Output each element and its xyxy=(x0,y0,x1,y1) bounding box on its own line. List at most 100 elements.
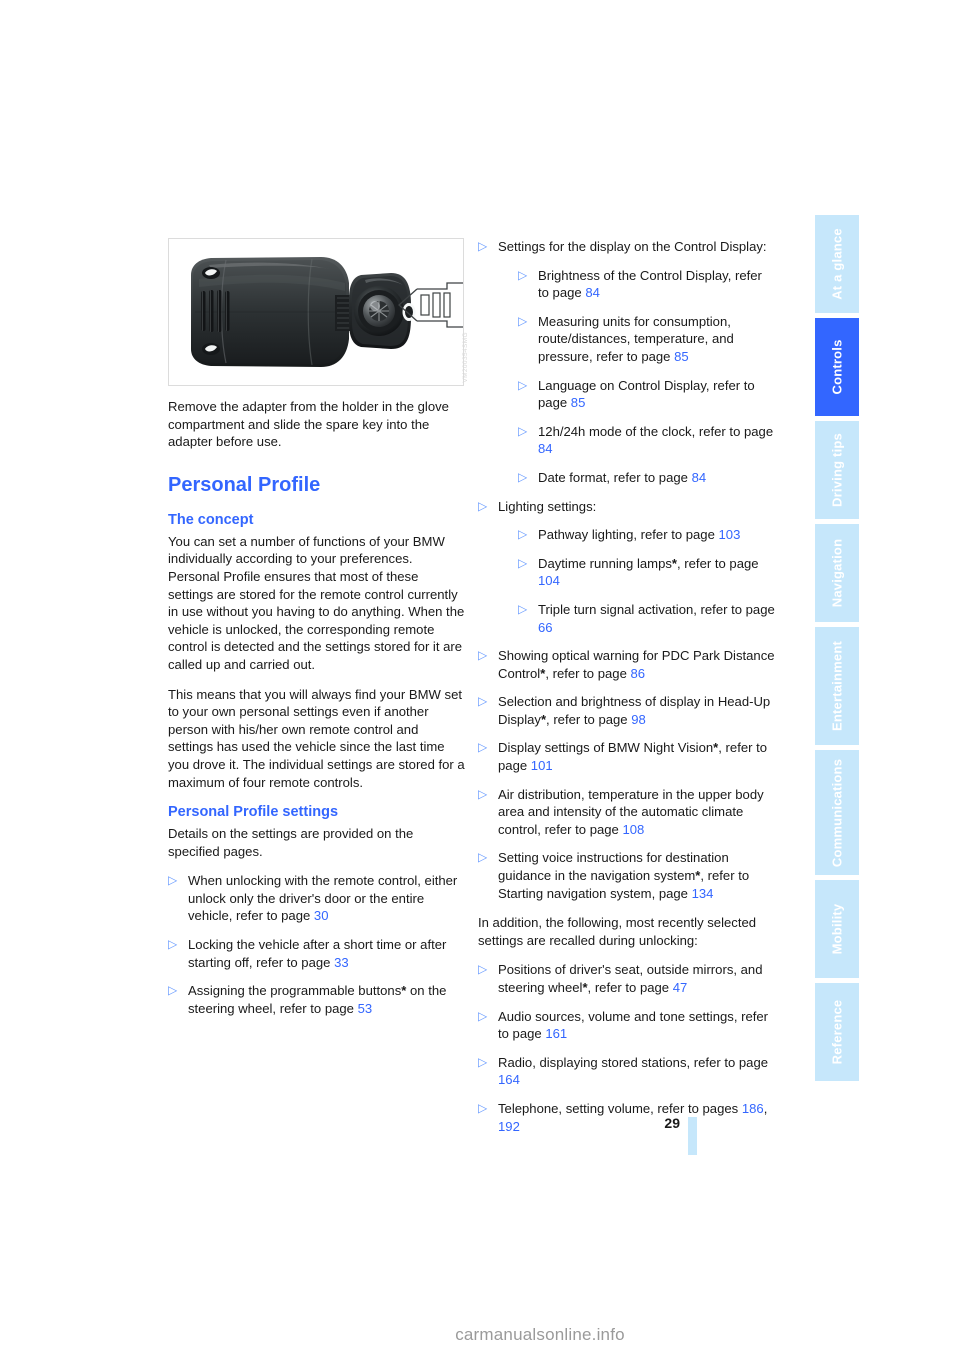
list-item-text-before: Brightness of the Control Display, refer… xyxy=(538,267,762,301)
list-item: ▷ Display settings of BMW Night Vision*, … xyxy=(478,739,776,774)
list-item-text-separator: , xyxy=(763,1100,768,1116)
page-title: Personal Profile xyxy=(168,473,321,496)
bullet-triangle-icon: ▷ xyxy=(478,1100,488,1115)
list-item-text: Triple turn signal activation, refer to … xyxy=(538,602,775,635)
bullet-triangle-icon: ▷ xyxy=(518,527,528,542)
section-tab-controls[interactable]: Controls xyxy=(815,318,859,416)
page-reference-link[interactable]: 85 xyxy=(674,349,689,364)
list-item-text-mid: , refer to page xyxy=(587,980,673,995)
page-reference-link[interactable]: 84 xyxy=(585,285,600,300)
concept-paragraph-2: This means that you will always find you… xyxy=(168,686,465,790)
list-item: ▷ Setting voice instructions for destinat… xyxy=(478,849,776,902)
list-item: ▷ Triple turn signal activation, refer to… xyxy=(518,601,776,636)
list-item-text-before: Pathway lighting, refer to page xyxy=(538,527,719,543)
section-tab-entertainment[interactable]: Entertainment xyxy=(815,627,859,745)
list-item: ▷ 12h/24h mode of the clock, refer to pag… xyxy=(518,423,776,458)
bullet-triangle-icon: ▷ xyxy=(478,850,488,865)
list-item-text: Lighting settings: xyxy=(498,498,597,514)
section-tab-navigation[interactable]: Navigation xyxy=(815,524,859,622)
bullet-triangle-icon: ▷ xyxy=(518,601,528,616)
list-item-text-mid: , refer to page xyxy=(677,555,759,571)
section-tab-label: Mobility xyxy=(829,903,845,955)
section-tab-label: Navigation xyxy=(829,538,845,608)
heading-personal-profile-settings: Personal Profile settings xyxy=(168,804,339,821)
bullet-triangle-icon: ▷ xyxy=(478,962,488,977)
page-number: 29 xyxy=(664,1115,680,1131)
list-item: ▷ Assigning the programmable buttons* on … xyxy=(168,982,466,1017)
list-item-text-before: Daytime running lamps xyxy=(538,555,672,571)
bullet-triangle-icon: ▷ xyxy=(478,694,488,709)
section-tab-driving-tips[interactable]: Driving tips xyxy=(815,421,859,519)
recall-bullet-list: ▷ Positions of driver's seat, outside mir… xyxy=(478,961,776,1135)
page-reference-link[interactable]: 98 xyxy=(631,712,646,727)
section-tab-mobility[interactable]: Mobility xyxy=(815,880,859,978)
page-reference-link[interactable]: 108 xyxy=(622,822,644,837)
page-reference-link[interactable]: 161 xyxy=(545,1026,567,1041)
list-item: ▷ Audio sources, volume and tone settings… xyxy=(478,1008,776,1043)
list-item-text-before: Locking the vehicle after a short time o… xyxy=(188,937,447,970)
list-item-text-before: 12h/24h mode of the clock, refer to page xyxy=(538,423,774,439)
page-reference-link[interactable]: 33 xyxy=(334,955,349,970)
page-reference-link[interactable]: 103 xyxy=(719,527,741,542)
section-tab-label: Communications xyxy=(829,758,845,867)
figure-code: VM200354SMG xyxy=(462,332,470,383)
list-item-text-before: Audio sources, volume and tone settings,… xyxy=(498,1008,769,1042)
list-item-text: Showing optical warning for PDC Park Dis… xyxy=(498,648,775,681)
page-reference-link[interactable]: 47 xyxy=(673,980,688,995)
page-reference-link[interactable]: 86 xyxy=(631,666,646,681)
list-item-text-before: Measuring units for consumption, route/d… xyxy=(538,313,734,364)
page-reference-link[interactable]: 30 xyxy=(314,908,329,923)
list-item: ▷ Telephone, setting volume, refer to pag… xyxy=(478,1100,776,1135)
watermark-text: carmanualsonline.info xyxy=(455,1325,625,1344)
page-reference-link[interactable]: 134 xyxy=(692,886,714,901)
list-item-text: 12h/24h mode of the clock, refer to page… xyxy=(538,424,773,457)
section-tab-communications[interactable]: Communications xyxy=(815,750,859,875)
page-reference-link[interactable]: 101 xyxy=(531,758,553,773)
list-item-text: Measuring units for consumption, route/d… xyxy=(538,314,734,364)
page-reference-link[interactable]: 85 xyxy=(571,395,586,410)
page-number-bar xyxy=(688,1117,697,1155)
list-item-text-before: Radio, displaying stored stations, refer… xyxy=(498,1054,769,1070)
page-reference-link[interactable]: 84 xyxy=(538,441,553,456)
figure-remote-control-key: VM200354SMG xyxy=(168,238,469,386)
list-item-text: Positions of driver's seat, outside mirr… xyxy=(498,962,762,995)
list-item-text: Settings for the display on the Control … xyxy=(498,239,767,254)
key-adapter-illustration xyxy=(191,257,463,367)
bullet-triangle-icon: ▷ xyxy=(478,786,488,801)
list-item: ▷ Language on Control Display, refer to p… xyxy=(518,377,776,412)
page-reference-link[interactable]: 53 xyxy=(358,1001,373,1016)
section-tab-at-a-glance[interactable]: At a glance xyxy=(815,215,859,313)
list-item-text: Air distribution, temperature in the upp… xyxy=(498,787,764,837)
list-item-text: Brightness of the Control Display, refer… xyxy=(538,268,762,301)
manual-page: At a glance Controls Driving tips Navigatio… xyxy=(0,0,960,1358)
page-reference-link[interactable]: 186 xyxy=(742,1101,764,1116)
page-reference-link-2[interactable]: 192 xyxy=(498,1119,520,1134)
page-reference-link[interactable]: 104 xyxy=(538,573,560,588)
section-tab-reference[interactable]: Reference xyxy=(815,983,859,1081)
list-item: ▷ Locking the vehicle after a short time … xyxy=(168,936,466,971)
list-item: ▷ Daytime running lamps*, refer to page 1… xyxy=(518,555,776,590)
list-item-text: Telephone, setting volume, refer to page… xyxy=(498,1101,767,1134)
bullet-triangle-icon: ▷ xyxy=(518,469,528,484)
bullet-triangle-icon: ▷ xyxy=(168,873,178,888)
heading-the-concept: The concept xyxy=(168,511,254,528)
site-watermark: carmanualsonline.info xyxy=(0,1325,960,1345)
list-item: ▷ Lighting settings: ▷ Pathway lighting, re… xyxy=(478,498,776,637)
right-text-column: ▷ Settings for the display on the Control… xyxy=(478,238,776,1135)
bullet-triangle-icon: ▷ xyxy=(168,983,178,998)
bullet-triangle-icon: ▷ xyxy=(478,648,488,663)
bullet-triangle-icon: ▷ xyxy=(478,239,488,253)
list-item: ▷ Selection and brightness of display in … xyxy=(478,693,776,728)
page-reference-link[interactable]: 66 xyxy=(538,620,553,635)
list-item-text-before: Date format, refer to page xyxy=(538,469,692,485)
section-tab-label: Reference xyxy=(829,999,845,1065)
list-item-text: Setting voice instructions for destinati… xyxy=(498,850,749,900)
page-reference-link[interactable]: 164 xyxy=(498,1072,520,1087)
list-item-text-before: Telephone, setting volume, refer to page… xyxy=(498,1100,742,1116)
page-reference-link[interactable]: 84 xyxy=(692,470,707,485)
list-item-text: Display settings of BMW Night Vision*, r… xyxy=(498,740,767,773)
list-item-text: Assigning the programmable buttons* on t… xyxy=(188,983,446,1016)
figure-caption: Remove the adapter from the holder in th… xyxy=(168,399,449,450)
bullet-triangle-icon: ▷ xyxy=(518,423,528,438)
recall-intro: In addition, the following, most recentl… xyxy=(478,915,757,948)
